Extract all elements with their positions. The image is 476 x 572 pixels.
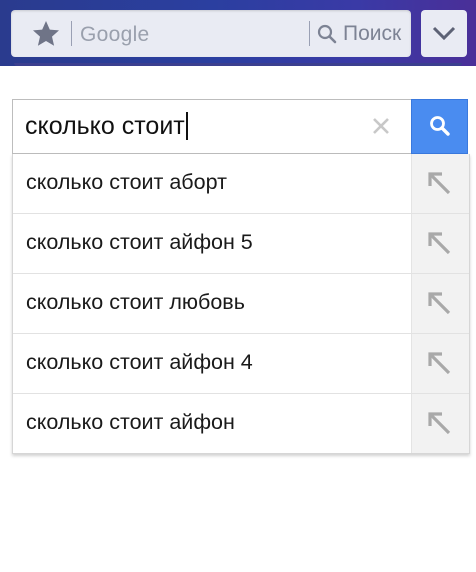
- omnibox-search-button[interactable]: Поиск: [317, 18, 401, 50]
- suggestion-list: сколько стоит аборт сколько стоит айфон …: [12, 154, 470, 454]
- arrow-up-left-icon: [428, 352, 451, 375]
- search-icon: [317, 24, 337, 44]
- suggestion-text: сколько стоит айфон 4: [26, 350, 253, 374]
- search-query: сколько стоит: [25, 112, 185, 140]
- search-bar: сколько стоит: [12, 99, 468, 154]
- suggestion-item[interactable]: сколько стоит айфон 5: [13, 213, 469, 273]
- fill-query-button[interactable]: [411, 154, 469, 213]
- suggestion-text: сколько стоит любовь: [26, 290, 245, 314]
- suggestion-item[interactable]: сколько стоит айфон 4: [13, 333, 469, 393]
- suggestion-item[interactable]: сколько стоит айфон: [13, 393, 469, 453]
- star-icon[interactable]: [31, 19, 61, 49]
- text-cursor: [185, 112, 188, 140]
- suggestion-item[interactable]: сколько стоит любовь: [13, 273, 469, 333]
- arrow-up-left-icon: [428, 412, 451, 435]
- arrow-up-left-icon: [428, 232, 451, 255]
- arrow-up-left-icon: [428, 172, 451, 195]
- search-icon: [430, 116, 450, 136]
- omnibox-divider: [71, 21, 72, 46]
- omnibox[interactable]: Google Поиск: [11, 10, 411, 57]
- fill-query-button[interactable]: [411, 274, 469, 333]
- menu-button[interactable]: [421, 10, 467, 57]
- chevron-down-icon: [432, 26, 456, 41]
- search-input[interactable]: сколько стоит: [12, 99, 412, 154]
- browser-toolbar: Google Поиск: [0, 0, 476, 66]
- fill-query-button[interactable]: [411, 394, 469, 453]
- fill-query-button[interactable]: [411, 214, 469, 273]
- suggestion-text: сколько стоит аборт: [26, 170, 227, 194]
- close-icon[interactable]: [371, 116, 391, 136]
- search-submit-button[interactable]: [411, 99, 468, 154]
- fill-query-button[interactable]: [411, 334, 469, 393]
- arrow-up-left-icon: [428, 292, 451, 315]
- suggestion-item[interactable]: сколько стоит аборт: [13, 154, 469, 213]
- omnibox-divider: [309, 21, 310, 46]
- suggestion-text: сколько стоит айфон: [26, 410, 235, 434]
- suggestion-text: сколько стоит айфон 5: [26, 230, 253, 254]
- omnibox-search-label: Поиск: [343, 22, 402, 45]
- omnibox-placeholder: Google: [80, 23, 150, 46]
